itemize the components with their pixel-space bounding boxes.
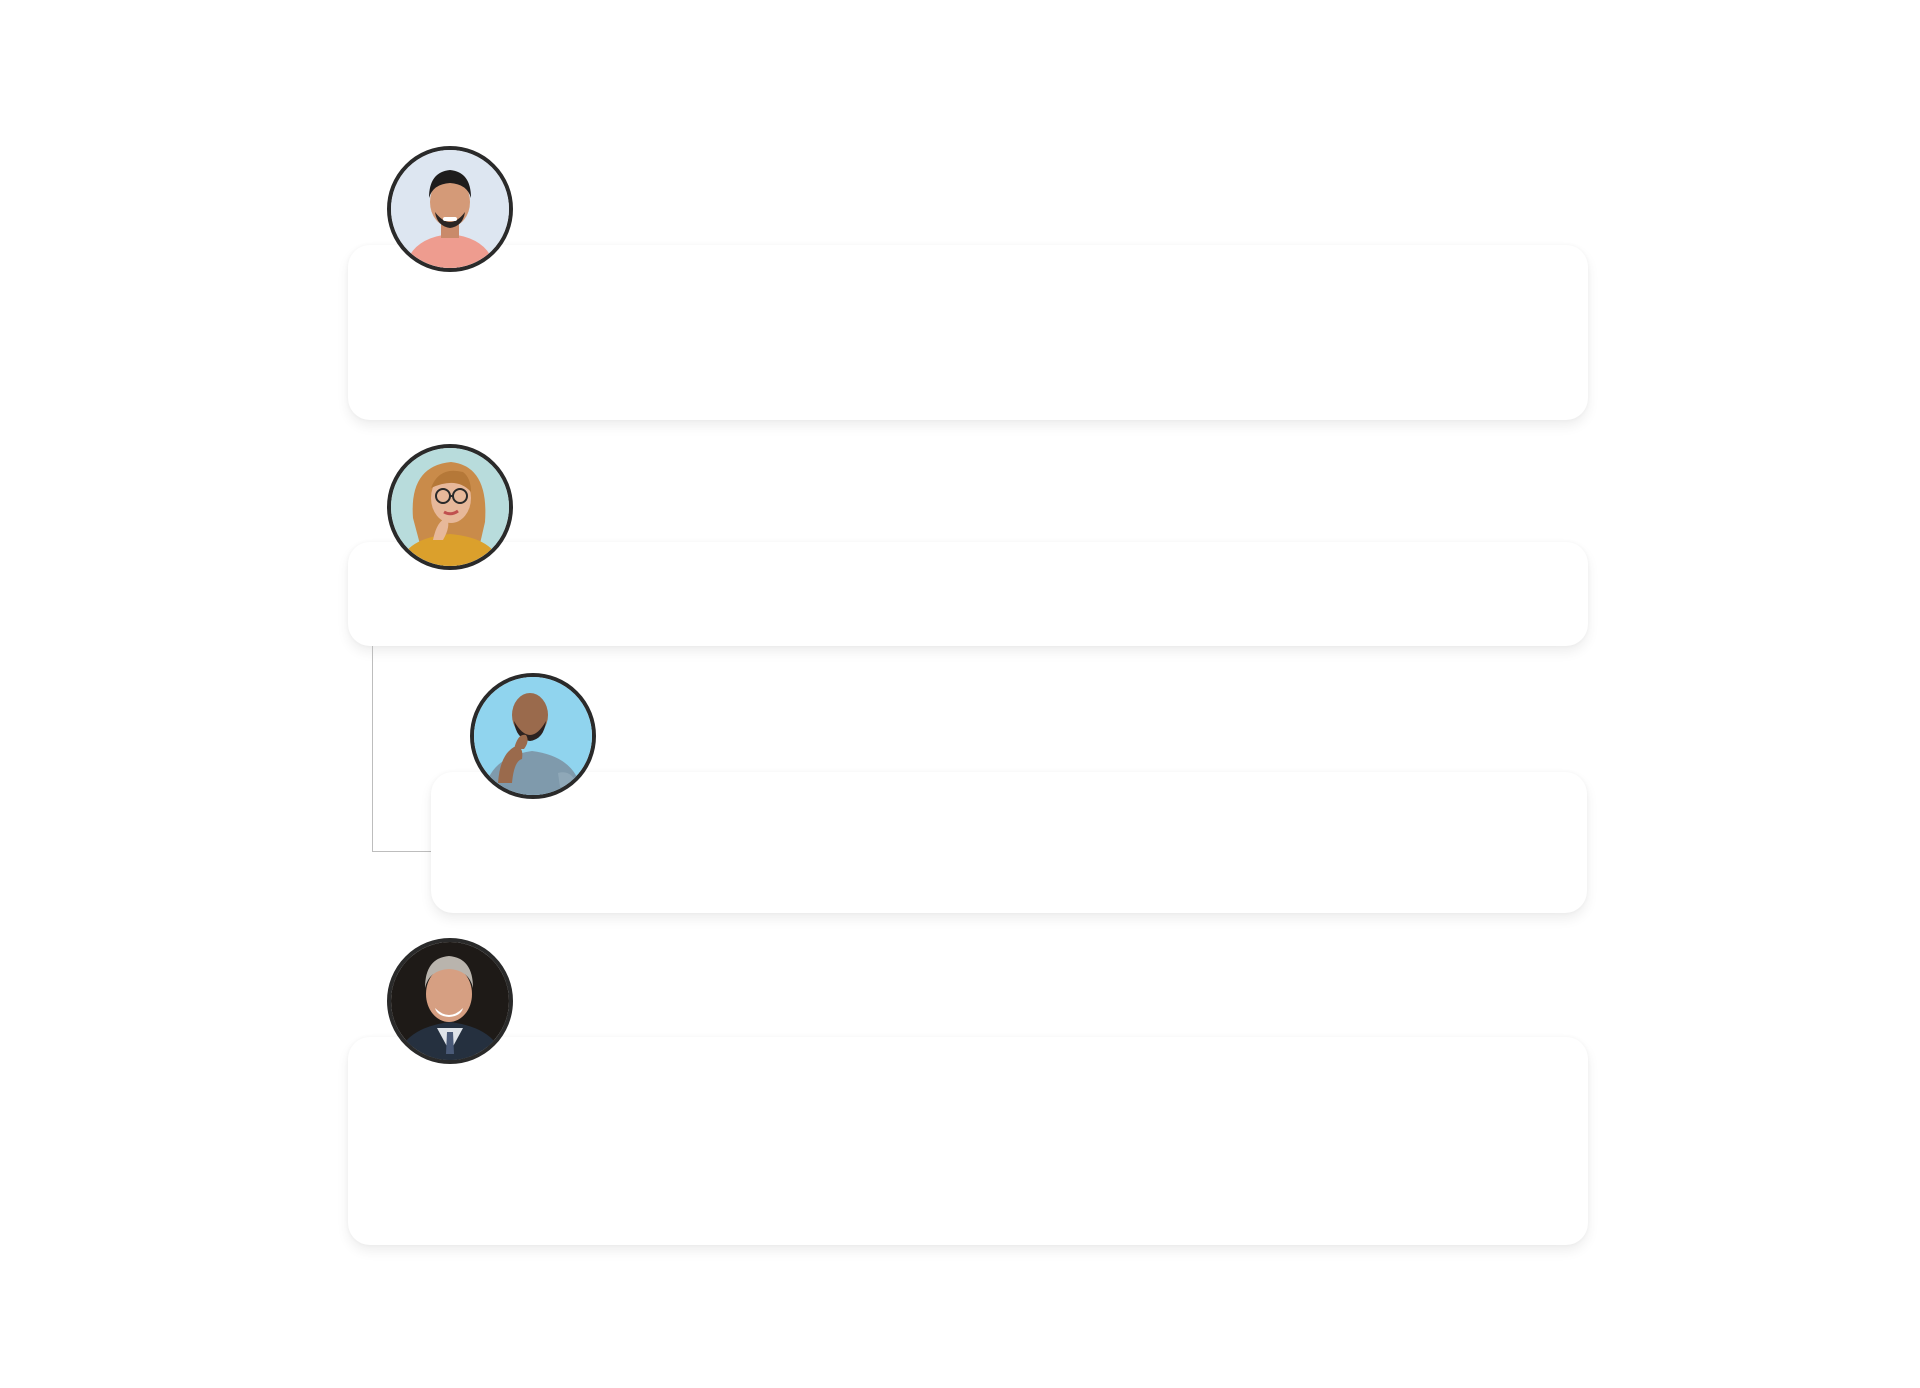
comment-card: [348, 245, 1588, 420]
man-thinking-avatar-icon: [474, 677, 592, 795]
avatar[interactable]: [387, 938, 513, 1064]
reply-card: [431, 772, 1587, 913]
comment-thread: [0, 0, 1920, 1388]
woman-glasses-avatar-icon: [391, 448, 509, 566]
comment-card: [348, 542, 1588, 646]
man-pink-shirt-avatar-icon: [391, 150, 509, 268]
reply-connector: [372, 646, 431, 852]
avatar[interactable]: [387, 146, 513, 272]
avatar[interactable]: [470, 673, 596, 799]
comment-card: [348, 1037, 1588, 1245]
avatar[interactable]: [387, 444, 513, 570]
man-suit-avatar-icon: [391, 942, 509, 1060]
